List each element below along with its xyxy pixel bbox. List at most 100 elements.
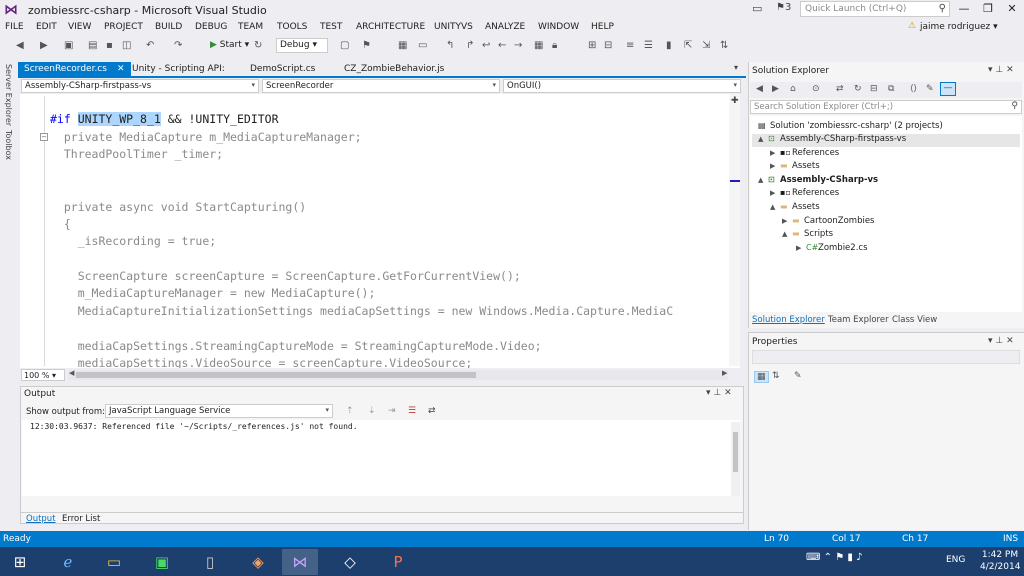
menu-help[interactable]: HELP xyxy=(591,22,614,32)
forward-icon[interactable]: ▶ xyxy=(772,84,779,94)
output-panel-controls[interactable]: ▾ ⊥ ✕ xyxy=(706,388,732,398)
bookmark-flag-icon[interactable]: ▮ xyxy=(666,40,672,51)
home-icon[interactable]: ⌂ xyxy=(790,84,796,94)
attach-icon[interactable]: ▦ xyxy=(398,40,407,51)
tree-item-zombie2[interactable]: ▶ C#Zombie2.cs xyxy=(752,243,1020,256)
pending-changes-icon[interactable]: ⊙ xyxy=(812,84,820,94)
member-navigation-select[interactable]: OnGUI() ▾ xyxy=(503,79,741,93)
feedback-flag[interactable]: ⚑3 xyxy=(776,2,791,13)
collapse-arrow-icon[interactable]: ▲ xyxy=(782,230,792,238)
type-navigation-select[interactable]: ScreenRecorder ▾ xyxy=(262,79,500,93)
expand-arrow-icon[interactable]: ▶ xyxy=(796,244,806,252)
uncomment-icon[interactable]: ⇲ xyxy=(702,40,710,51)
menu-edit[interactable]: EDIT xyxy=(36,22,57,32)
collapse-arrow-icon[interactable]: ▲ xyxy=(758,176,768,184)
horizontal-scroll-thumb[interactable] xyxy=(76,372,476,378)
quick-launch-input[interactable]: Quick Launch (Ctrl+Q) ⚲ xyxy=(800,1,950,17)
nav-forward-icon[interactable]: → xyxy=(514,40,522,51)
menu-view[interactable]: VIEW xyxy=(68,22,91,32)
collapse-all-icon[interactable]: ⊟ xyxy=(870,84,878,94)
powerpoint-icon[interactable]: P xyxy=(380,549,416,575)
back-navigate-icon[interactable]: ◀ xyxy=(16,40,24,51)
tab-screenrecorder[interactable]: ScreenRecorder.cs ✕ xyxy=(18,62,131,78)
property-pages-icon[interactable]: ✎ xyxy=(794,371,802,381)
menu-build[interactable]: BUILD xyxy=(155,22,182,32)
undo-icon[interactable]: ↶ xyxy=(146,40,154,51)
tree-item-cartoonzombies[interactable]: ▶ ▬ CartoonZombies xyxy=(752,216,1020,229)
tab-output[interactable]: Output xyxy=(22,514,60,524)
expand-arrow-icon[interactable]: ▶ xyxy=(782,217,792,225)
scroll-left-icon[interactable]: ◀ xyxy=(69,369,74,377)
bookmark-next-icon[interactable]: ↱ xyxy=(466,40,474,51)
properties-wrench-icon[interactable]: ✎ xyxy=(926,84,934,94)
expand-arrow-icon[interactable]: ▶ xyxy=(770,149,780,157)
system-tray[interactable]: ⌨ ⌃ ⚑ ▮ ♪ xyxy=(806,552,862,563)
solution-configuration-select[interactable]: Debug ▾ xyxy=(276,38,328,53)
preview-selected-items-icon[interactable]: — xyxy=(940,82,956,96)
save-icon[interactable]: ▪ xyxy=(106,40,113,51)
game-icon[interactable]: ◈ xyxy=(240,549,276,575)
menu-team[interactable]: TEAM xyxy=(238,22,263,32)
forward-navigate-icon[interactable]: ▶ xyxy=(40,40,48,51)
find-message-icon[interactable]: ⇥ xyxy=(388,406,396,416)
redo-icon[interactable]: ↷ xyxy=(174,40,182,51)
categorized-icon[interactable]: ▦ xyxy=(754,371,769,383)
close-button[interactable]: ✕ xyxy=(1002,2,1022,15)
menu-project[interactable]: PROJECT xyxy=(104,22,143,32)
platform-icon[interactable]: ▢ xyxy=(340,40,349,51)
store-icon[interactable]: ▣ xyxy=(144,549,180,575)
tree-item-solution[interactable]: ▤ Solution 'zombiessrc-csharp' (2 project… xyxy=(752,121,1020,134)
project-navigation-select[interactable]: Assembly-CSharp-firstpass-vs ▾ xyxy=(21,79,259,93)
zoom-select[interactable]: 100 % ▾ xyxy=(21,369,65,381)
tab-cz-zombiebehavior[interactable]: CZ_ZombieBehavior.js xyxy=(338,62,450,78)
menu-window[interactable]: WINDOW xyxy=(538,22,579,32)
expand-arrow-icon[interactable]: ▶ xyxy=(770,189,780,197)
view-code-icon[interactable]: ⟨⟩ xyxy=(910,84,917,94)
word-wrap-icon[interactable]: ⇄ xyxy=(428,406,436,416)
align-icon[interactable]: ⊟ xyxy=(604,40,612,51)
back-icon[interactable]: ◀ xyxy=(756,84,763,94)
maximize-button[interactable]: ❐ xyxy=(978,2,998,15)
file-explorer-icon[interactable]: ▭ xyxy=(96,549,132,575)
start-windows-icon[interactable]: ⊞ xyxy=(2,549,38,575)
tree-item-assets[interactable]: ▲ ▬ Assets xyxy=(752,202,1020,215)
notifications-icon[interactable]: ▭ xyxy=(752,2,762,15)
goto-next-message-icon[interactable]: ⇣ xyxy=(368,406,376,416)
menu-unityvs[interactable]: UNITYVS xyxy=(434,22,473,32)
tree-item-references[interactable]: ▶ ▪▫References xyxy=(752,148,1020,161)
clock-time[interactable]: 1:42 PM xyxy=(980,550,1020,560)
tree-item-project-firstpass[interactable]: ▲ ⊡ Assembly-CSharp-firstpass-vs xyxy=(752,134,1020,147)
alphabetical-icon[interactable]: ⇅ xyxy=(772,371,780,381)
find-icon[interactable]: ⚑ xyxy=(362,40,371,51)
toggle-icon[interactable]: ▭ xyxy=(418,40,427,51)
more-tools-icon[interactable]: ⇅ xyxy=(720,40,728,51)
menu-tools[interactable]: TOOLS xyxy=(277,22,307,32)
tab-class-view[interactable]: Class View xyxy=(892,315,937,325)
open-file-icon[interactable]: ▤ xyxy=(88,40,97,51)
menu-file[interactable]: FILE xyxy=(5,22,24,32)
scroll-right-icon[interactable]: ▶ xyxy=(722,369,727,377)
menu-debug[interactable]: DEBUG xyxy=(195,22,227,32)
sync-icon[interactable]: ⇄ xyxy=(836,84,844,94)
bookmark-icon[interactable]: ↩ xyxy=(482,40,490,51)
toolbox-tab[interactable]: Toolbox xyxy=(4,130,13,160)
nav-back-icon[interactable]: ← xyxy=(498,40,506,51)
properties-object-select[interactable] xyxy=(752,350,1020,364)
tab-list-dropdown-icon[interactable]: ▾ xyxy=(734,63,738,72)
goto-prev-message-icon[interactable]: ⇡ xyxy=(346,406,354,416)
clock-date[interactable]: 4/2/2014 xyxy=(980,562,1020,572)
server-explorer-tab[interactable]: Server Explorer xyxy=(4,64,13,126)
tab-team-explorer[interactable]: Team Explorer xyxy=(828,315,889,325)
properties-controls[interactable]: ▾ ⊥ ✕ xyxy=(988,336,1014,346)
output-scroll-thumb[interactable] xyxy=(733,432,738,472)
editor-vertical-scrollbar[interactable] xyxy=(729,94,740,366)
unity-icon[interactable]: ◇ xyxy=(332,549,368,575)
phone-emulator-icon[interactable]: ▯ xyxy=(192,549,228,575)
bookmark-prev-icon[interactable]: ↰ xyxy=(446,40,454,51)
language-indicator[interactable]: ENG xyxy=(946,555,965,565)
expand-arrow-icon[interactable]: ▶ xyxy=(770,162,780,170)
tab-solution-explorer[interactable]: Solution Explorer xyxy=(752,315,825,325)
tab-demoscript[interactable]: DemoScript.cs xyxy=(244,62,321,78)
collapse-arrow-icon[interactable]: ▲ xyxy=(758,135,768,143)
solution-explorer-search-input[interactable]: Search Solution Explorer (Ctrl+;) ⚲ xyxy=(750,100,1022,114)
